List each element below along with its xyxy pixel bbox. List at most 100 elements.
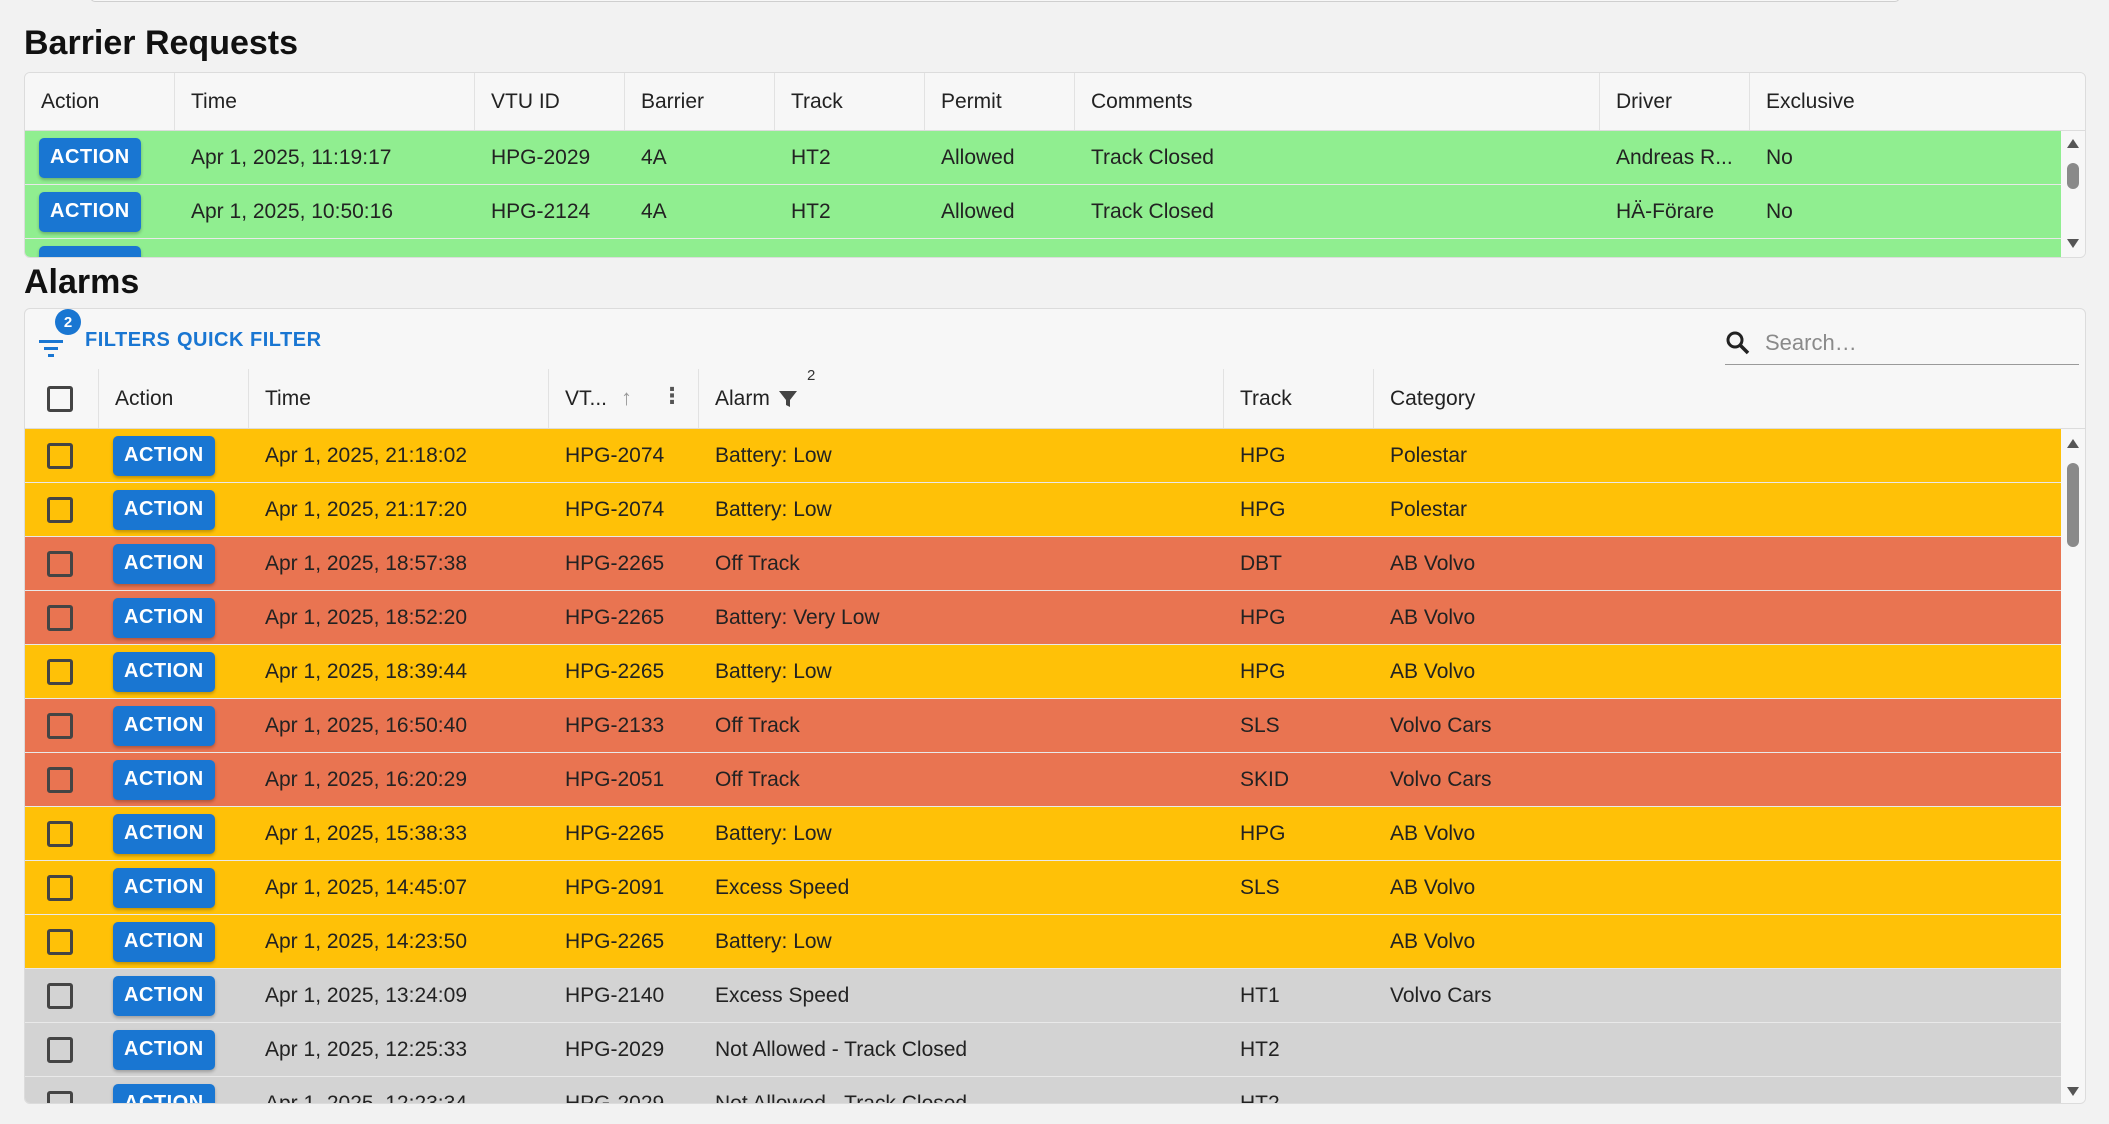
scroll-down-arrow-icon[interactable]	[2067, 239, 2079, 248]
barrier-rows: ACTION Apr 1, 2025, 11:19:17 HPG-2029 4A…	[25, 131, 2061, 257]
alarm-cell: Battery: Very Low	[715, 605, 880, 629]
row-checkbox[interactable]	[47, 874, 73, 901]
col-header-track[interactable]: Track	[775, 73, 925, 130]
action-button[interactable]: ACTION	[113, 705, 215, 746]
scroll-up-arrow-icon[interactable]	[2067, 439, 2079, 448]
row-checkbox[interactable]	[47, 712, 73, 739]
action-button[interactable]: ACTION	[113, 867, 215, 908]
action-button[interactable]: ACTION	[113, 759, 215, 800]
alarm-row[interactable]: ACTION Apr 1, 2025, 18:52:20 HPG-2265 Batte…	[25, 591, 2061, 645]
alarm-row[interactable]: ACTION Apr 1, 2025, 14:45:07 HPG-2091 Exces…	[25, 861, 2061, 915]
action-button[interactable]: ACTION	[39, 245, 141, 257]
row-checkbox[interactable]	[47, 820, 73, 847]
barrier-scrollbar[interactable]	[2061, 131, 2085, 257]
vtu-cell: HPG-2265	[565, 605, 665, 629]
scroll-up-arrow-icon[interactable]	[2067, 139, 2079, 148]
track-cell	[1224, 915, 1374, 968]
alarm-row[interactable]: ACTION Apr 1, 2025, 21:17:20 HPG-2074 Batte…	[25, 483, 2061, 537]
action-button[interactable]: ACTION	[113, 1083, 215, 1103]
search-box[interactable]	[1725, 321, 2079, 365]
action-button[interactable]: ACTION	[113, 651, 215, 692]
col-header-action[interactable]: Action	[99, 369, 249, 428]
action-button[interactable]: ACTION	[113, 543, 215, 584]
col-header-barrier[interactable]: Barrier	[625, 73, 775, 130]
filters-count-badge: 2	[55, 309, 81, 335]
alarms-grid: 2 FILTERS QUICK FILTER Action Time VT...…	[24, 308, 2086, 1104]
track-cell: HPG	[1240, 821, 1286, 845]
barrier-row[interactable]: ACTION Apr 1, 2025, 11:19:17 HPG-2029 4A…	[25, 131, 2061, 185]
action-button[interactable]: ACTION	[113, 435, 215, 476]
action-button[interactable]: ACTION	[113, 975, 215, 1016]
row-checkbox[interactable]	[47, 550, 73, 577]
search-input[interactable]	[1763, 328, 2063, 357]
time-cell: Apr 1, 2025, 13:24:09	[265, 983, 467, 1007]
row-checkbox[interactable]	[47, 496, 73, 523]
barrier-cell: 4A	[641, 199, 667, 223]
action-button[interactable]: ACTION	[113, 1029, 215, 1070]
scroll-down-arrow-icon[interactable]	[2067, 1087, 2079, 1096]
barrier-row[interactable]: ACTION	[25, 239, 2061, 257]
alarm-row[interactable]: ACTION Apr 1, 2025, 21:18:02 HPG-2074 Batte…	[25, 429, 2061, 483]
track-cell: DBT	[1240, 551, 1282, 575]
quick-filter-button[interactable]: QUICK FILTER	[177, 329, 322, 352]
action-button[interactable]: ACTION	[113, 813, 215, 854]
alarm-row[interactable]: ACTION Apr 1, 2025, 16:20:29 HPG-2051 Off T…	[25, 753, 2061, 807]
alarm-row[interactable]: ACTION Apr 1, 2025, 18:57:38 HPG-2265 Off T…	[25, 537, 2061, 591]
action-button[interactable]: ACTION	[39, 137, 141, 178]
alarm-filter-count: 2	[807, 367, 816, 384]
scroll-thumb[interactable]	[2067, 163, 2079, 189]
alarm-cell: Excess Speed	[715, 983, 850, 1007]
col-header-driver[interactable]: Driver	[1600, 73, 1750, 130]
col-header-vtu-id[interactable]: VTU ID	[475, 73, 625, 130]
filters-button[interactable]: FILTERS	[85, 329, 170, 352]
alarm-cell: Battery: Low	[715, 821, 832, 845]
barrier-row[interactable]: ACTION Apr 1, 2025, 10:50:16 HPG-2124 4A…	[25, 185, 2061, 239]
alarm-row[interactable]: ACTION Apr 1, 2025, 18:39:44 HPG-2265 Batte…	[25, 645, 2061, 699]
track-cell: HT2	[1240, 1091, 1280, 1104]
row-checkbox[interactable]	[47, 1090, 73, 1103]
col-header-alarm-label: Alarm	[715, 386, 770, 410]
alarms-title: Alarms	[24, 263, 140, 301]
col-header-vtu[interactable]: VT... ↑ ⋮	[549, 369, 699, 428]
action-button[interactable]: ACTION	[113, 489, 215, 530]
track-cell: HT2	[791, 145, 831, 169]
sort-arrow-up-icon[interactable]: ↑	[621, 385, 632, 411]
filter-list-icon[interactable]	[37, 331, 67, 361]
col-header-permit[interactable]: Permit	[925, 73, 1075, 130]
vtu-cell: HPG-2029	[565, 1037, 665, 1061]
col-header-time[interactable]: Time	[175, 73, 475, 130]
driver-cell: Andreas R...	[1616, 145, 1733, 169]
alarm-row[interactable]: ACTION Apr 1, 2025, 12:23:34 HPG-2029 Not A…	[25, 1077, 2061, 1104]
alarms-scrollbar[interactable]	[2061, 429, 2085, 1103]
alarm-row[interactable]: ACTION Apr 1, 2025, 15:38:33 HPG-2265 Batte…	[25, 807, 2061, 861]
action-button[interactable]: ACTION	[39, 191, 141, 232]
column-menu-icon[interactable]: ⋮	[661, 383, 683, 409]
row-checkbox[interactable]	[47, 982, 73, 1009]
col-header-time[interactable]: Time	[249, 369, 549, 428]
alarm-row[interactable]: ACTION Apr 1, 2025, 16:50:40 HPG-2133 Off T…	[25, 699, 2061, 753]
scroll-thumb[interactable]	[2067, 463, 2079, 547]
track-cell: HPG	[1240, 605, 1286, 629]
alarm-row[interactable]: ACTION Apr 1, 2025, 13:24:09 HPG-2140 Exces…	[25, 969, 2061, 1023]
col-header-exclusive[interactable]: Exclusive	[1750, 73, 2085, 130]
col-header-alarm[interactable]: Alarm 2	[699, 367, 1224, 428]
time-cell: Apr 1, 2025, 16:50:40	[265, 713, 467, 737]
alarm-cell: Battery: Low	[715, 443, 832, 467]
alarm-row[interactable]: ACTION Apr 1, 2025, 14:23:50 HPG-2265 Batte…	[25, 915, 2061, 969]
row-checkbox[interactable]	[47, 1036, 73, 1063]
permit-cell: Allowed	[941, 199, 1015, 223]
action-button[interactable]: ACTION	[113, 597, 215, 638]
action-button[interactable]: ACTION	[113, 921, 215, 962]
row-checkbox[interactable]	[47, 928, 73, 955]
row-checkbox[interactable]	[47, 766, 73, 793]
col-header-action[interactable]: Action	[25, 73, 175, 130]
alarm-row[interactable]: ACTION Apr 1, 2025, 12:25:33 HPG-2029 Not A…	[25, 1023, 2061, 1077]
row-checkbox[interactable]	[47, 442, 73, 469]
col-header-comments[interactable]: Comments	[1075, 73, 1600, 130]
col-header-track[interactable]: Track	[1224, 369, 1374, 428]
col-header-category[interactable]: Category	[1374, 369, 2085, 428]
select-all-checkbox[interactable]	[47, 385, 73, 412]
filter-funnel-icon[interactable]	[778, 389, 798, 409]
row-checkbox[interactable]	[47, 658, 73, 685]
row-checkbox[interactable]	[47, 604, 73, 631]
